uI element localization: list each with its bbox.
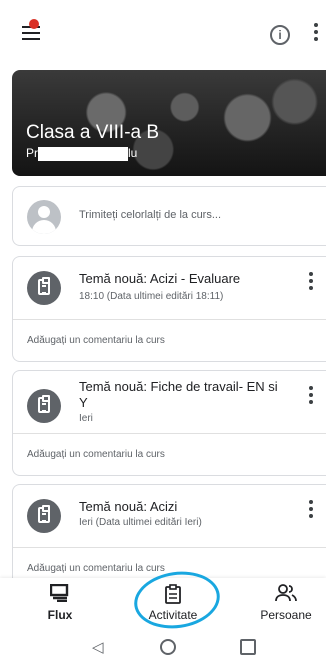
post-title[interactable]: Temă nouă: Acizi - Evaluare xyxy=(79,271,289,287)
divider xyxy=(13,433,326,434)
divider xyxy=(13,319,326,320)
share-placeholder[interactable]: Trimiteți celorlalți de la curs... xyxy=(79,209,221,221)
more-vert-icon[interactable] xyxy=(314,23,320,45)
nav-label: Persoane xyxy=(260,608,312,622)
add-comment-link[interactable]: Adăugați un comentariu la curs xyxy=(27,563,165,574)
assignment-icon xyxy=(27,389,61,423)
add-comment-link[interactable]: Adăugați un comentariu la curs xyxy=(27,335,165,346)
post-more-icon[interactable] xyxy=(309,500,315,520)
recents-icon[interactable] xyxy=(240,639,256,655)
home-icon[interactable] xyxy=(160,639,176,655)
back-icon[interactable]: ◁ xyxy=(92,638,104,656)
people-icon xyxy=(236,584,326,606)
nav-flux[interactable]: Flux xyxy=(10,583,110,622)
assignment-icon xyxy=(27,499,61,533)
class-title: Clasa a VIII-a B xyxy=(26,122,160,143)
post-more-icon[interactable] xyxy=(309,386,315,406)
assignment-icon xyxy=(27,271,61,305)
hamburger-menu-icon[interactable] xyxy=(22,19,42,42)
post-meta: Ieri (Data ultimei editări Ieri) xyxy=(79,517,202,528)
redacted-block xyxy=(38,146,128,161)
app-bar: i xyxy=(0,0,326,66)
post-meta: Ieri xyxy=(79,413,93,424)
class-banner: Clasa a VIII-a B Pr lu xyxy=(12,70,326,176)
post-card[interactable]: Temă nouă: Fiche de travail- EN si Y Ier… xyxy=(12,370,326,476)
system-navigation-bar: ◁ xyxy=(0,636,326,656)
post-card[interactable]: Temă nouă: Acizi - Evaluare 18:10 (Data … xyxy=(12,256,326,362)
share-box[interactable]: Trimiteți celorlalți de la curs... xyxy=(12,186,326,246)
info-icon[interactable]: i xyxy=(270,25,290,45)
class-subtitle: Pr lu xyxy=(26,146,138,161)
nav-persoane[interactable]: Persoane xyxy=(236,584,326,622)
notification-dot xyxy=(29,19,39,29)
post-title[interactable]: Temă nouă: Fiche de travail- EN si Y xyxy=(79,379,289,411)
nav-label: Flux xyxy=(47,608,73,622)
stream-icon xyxy=(10,583,110,606)
post-more-icon[interactable] xyxy=(309,272,315,292)
avatar xyxy=(27,200,61,234)
post-meta: 18:10 (Data ultimei editări 18:11) xyxy=(79,291,224,302)
post-title[interactable]: Temă nouă: Acizi xyxy=(79,499,289,515)
divider xyxy=(13,547,326,548)
add-comment-link[interactable]: Adăugați un comentariu la curs xyxy=(27,449,165,460)
